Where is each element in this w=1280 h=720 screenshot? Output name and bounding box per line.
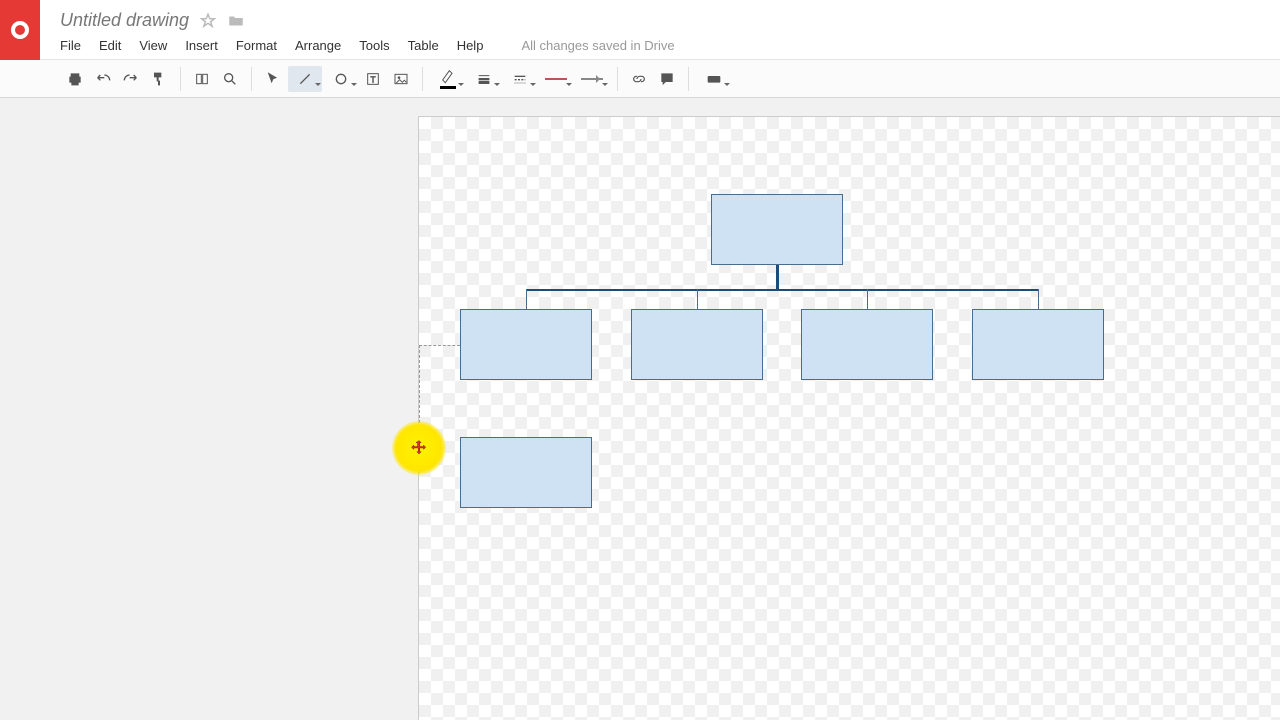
shape-child-1[interactable] xyxy=(460,309,592,380)
fit-button[interactable] xyxy=(189,66,215,92)
star-icon[interactable] xyxy=(199,12,217,30)
shape-child-3[interactable] xyxy=(801,309,933,380)
canvas[interactable] xyxy=(418,116,1280,720)
paint-format-button[interactable] xyxy=(146,66,172,92)
toolbar: T xyxy=(0,60,1280,98)
shape-top[interactable] xyxy=(711,194,843,265)
folder-icon[interactable] xyxy=(227,12,245,30)
input-tools-button[interactable] xyxy=(697,66,731,92)
insert-comment-button[interactable] xyxy=(654,66,680,92)
print-button[interactable] xyxy=(62,66,88,92)
connector-trunk[interactable] xyxy=(776,265,779,289)
shape-child-4[interactable] xyxy=(972,309,1104,380)
connector-drop-2[interactable] xyxy=(697,289,698,309)
connector-drop-3[interactable] xyxy=(867,289,868,309)
image-tool[interactable] xyxy=(388,66,414,92)
menu-view[interactable]: View xyxy=(139,38,167,53)
document-title[interactable]: Untitled drawing xyxy=(60,10,189,31)
cursor-highlight xyxy=(392,421,446,475)
line-dash-button[interactable] xyxy=(503,66,537,92)
menu-tools[interactable]: Tools xyxy=(359,38,389,53)
line-tool[interactable] xyxy=(288,66,322,92)
menu-arrange[interactable]: Arrange xyxy=(295,38,341,53)
line-start-button[interactable] xyxy=(539,66,573,92)
shape-child-2[interactable] xyxy=(631,309,763,380)
menu-file[interactable]: File xyxy=(60,38,81,53)
drawings-icon xyxy=(11,21,29,39)
app-header: Untitled drawing File Edit View Insert F… xyxy=(0,0,1280,60)
shape-loose[interactable] xyxy=(460,437,592,508)
workspace[interactable] xyxy=(0,98,1280,720)
insert-link-button[interactable] xyxy=(626,66,652,92)
save-status: All changes saved in Drive xyxy=(521,38,674,53)
zoom-button[interactable] xyxy=(217,66,243,92)
connector-bus[interactable] xyxy=(526,289,1039,291)
shape-tool[interactable] xyxy=(324,66,358,92)
line-end-button[interactable] xyxy=(575,66,609,92)
menu-table[interactable]: Table xyxy=(408,38,439,53)
move-cursor-icon xyxy=(410,439,428,457)
svg-text:T: T xyxy=(370,74,376,84)
menu-format[interactable]: Format xyxy=(236,38,277,53)
line-weight-button[interactable] xyxy=(467,66,501,92)
menu-bar: File Edit View Insert Format Arrange Too… xyxy=(60,38,675,53)
app-logo[interactable] xyxy=(0,0,40,60)
redo-button[interactable] xyxy=(118,66,144,92)
menu-insert[interactable]: Insert xyxy=(185,38,218,53)
connector-drop-4[interactable] xyxy=(1038,289,1039,309)
textbox-tool[interactable]: T xyxy=(360,66,386,92)
menu-edit[interactable]: Edit xyxy=(99,38,121,53)
select-tool[interactable] xyxy=(260,66,286,92)
line-color-button[interactable] xyxy=(431,66,465,92)
undo-button[interactable] xyxy=(90,66,116,92)
menu-help[interactable]: Help xyxy=(457,38,484,53)
connector-drop-1[interactable] xyxy=(526,289,527,309)
